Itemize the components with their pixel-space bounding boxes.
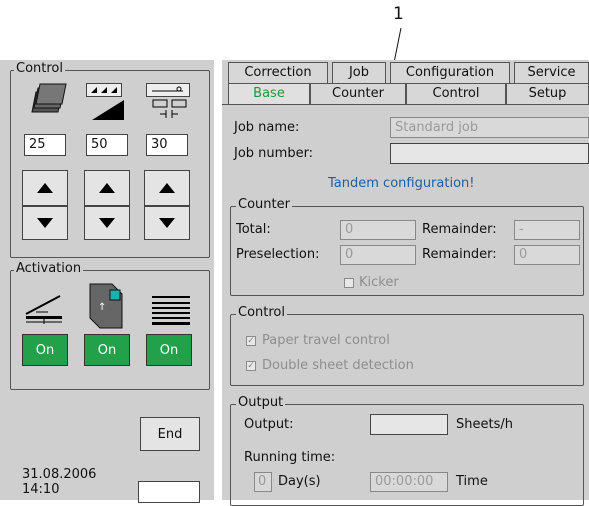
time-label: Time xyxy=(456,474,488,489)
sheet-stack-icon xyxy=(31,83,67,113)
output-label: Output: xyxy=(244,417,294,432)
counter-legend: Counter xyxy=(236,197,292,212)
feeder-icon xyxy=(25,295,62,324)
total-field: 0 xyxy=(340,220,416,240)
arrow-down-icon xyxy=(159,218,175,228)
machine-unit-icon: ↑ xyxy=(89,283,123,329)
preselection-field[interactable]: 0 xyxy=(340,245,416,265)
arrow-up-icon xyxy=(37,183,53,193)
paper-travel-checkbox[interactable]: ✓ xyxy=(246,336,256,346)
arrow-up-icon xyxy=(159,183,175,193)
tab-configuration[interactable]: Configuration xyxy=(390,62,510,83)
tab-service[interactable]: Service xyxy=(514,62,589,83)
tab-job[interactable]: Job xyxy=(332,62,386,83)
speed-down-button[interactable] xyxy=(84,206,130,240)
output-legend: Output xyxy=(236,395,286,410)
speed-indicator-icon xyxy=(86,83,122,97)
ramp-icon xyxy=(92,100,124,120)
double-sheet-checkbox[interactable]: ✓ xyxy=(246,361,256,371)
svg-text:↑: ↑ xyxy=(98,302,106,313)
spacing-input[interactable]: 30 xyxy=(146,134,188,156)
speed-up-button[interactable] xyxy=(84,170,130,206)
kicker-label: Kicker xyxy=(359,275,399,290)
sheet-count-up-button[interactable] xyxy=(22,170,68,206)
double-sheet-label: Double sheet detection xyxy=(262,358,414,373)
arrow-up-icon xyxy=(99,183,115,193)
date-text: 31.08.2006 xyxy=(22,467,97,482)
job-number-field[interactable] xyxy=(390,143,589,164)
control-legend: Control xyxy=(14,61,65,76)
arrow-down-icon xyxy=(99,218,115,228)
tab-divider xyxy=(222,104,589,105)
sheets-per-hour-unit: Sheets/h xyxy=(456,417,513,432)
sheet-spacing-icon xyxy=(146,83,190,97)
remainder-label-2: Remainder: xyxy=(422,247,497,262)
tab-counter[interactable]: Counter xyxy=(310,83,406,104)
tandem-message: Tandem configuration! xyxy=(328,176,475,191)
total-label: Total: xyxy=(236,222,271,237)
days-field: 0 xyxy=(254,472,272,492)
spacing-down-button[interactable] xyxy=(144,206,190,240)
gap-icon xyxy=(152,99,187,118)
delivery-on-button[interactable]: On xyxy=(146,334,192,366)
arrow-down-icon xyxy=(37,218,53,228)
remainder-field-2: 0 xyxy=(514,245,580,265)
stack-delivery-icon xyxy=(152,296,190,325)
remainder-field-1: - xyxy=(514,220,580,240)
running-time-field: 00:00:00 xyxy=(370,472,448,492)
remainder-label-1: Remainder: xyxy=(422,222,497,237)
job-name-label: Job name: xyxy=(234,120,300,135)
end-button[interactable]: End xyxy=(140,417,200,451)
days-label: Day(s) xyxy=(278,474,321,489)
tab-setup[interactable]: Setup xyxy=(506,83,589,104)
sheet-count-input[interactable]: 25 xyxy=(24,134,66,156)
output-field xyxy=(370,414,448,435)
feeder-on-button[interactable]: On xyxy=(22,334,68,366)
paper-travel-label: Paper travel control xyxy=(262,333,390,348)
spacing-up-button[interactable] xyxy=(144,170,190,206)
job-number-label: Job number: xyxy=(234,146,314,161)
control-settings-legend: Control xyxy=(236,305,287,320)
running-time-label: Running time: xyxy=(244,450,336,465)
kicker-checkbox[interactable] xyxy=(344,278,354,288)
tab-base[interactable]: Base xyxy=(228,83,310,104)
job-name-field[interactable]: Standard job xyxy=(390,117,589,138)
end-button-label: End xyxy=(157,426,183,442)
tab-control[interactable]: Control xyxy=(406,83,506,104)
sheet-count-down-button[interactable] xyxy=(22,206,68,240)
tab-correction[interactable]: Correction xyxy=(228,62,328,83)
preselection-label: Preselection: xyxy=(236,247,320,262)
speed-input[interactable]: 50 xyxy=(86,134,128,156)
activation-legend: Activation xyxy=(14,261,84,276)
control-settings-group xyxy=(230,314,584,386)
time-text: 14:10 xyxy=(22,482,60,497)
unit-on-button[interactable]: On xyxy=(84,334,130,366)
